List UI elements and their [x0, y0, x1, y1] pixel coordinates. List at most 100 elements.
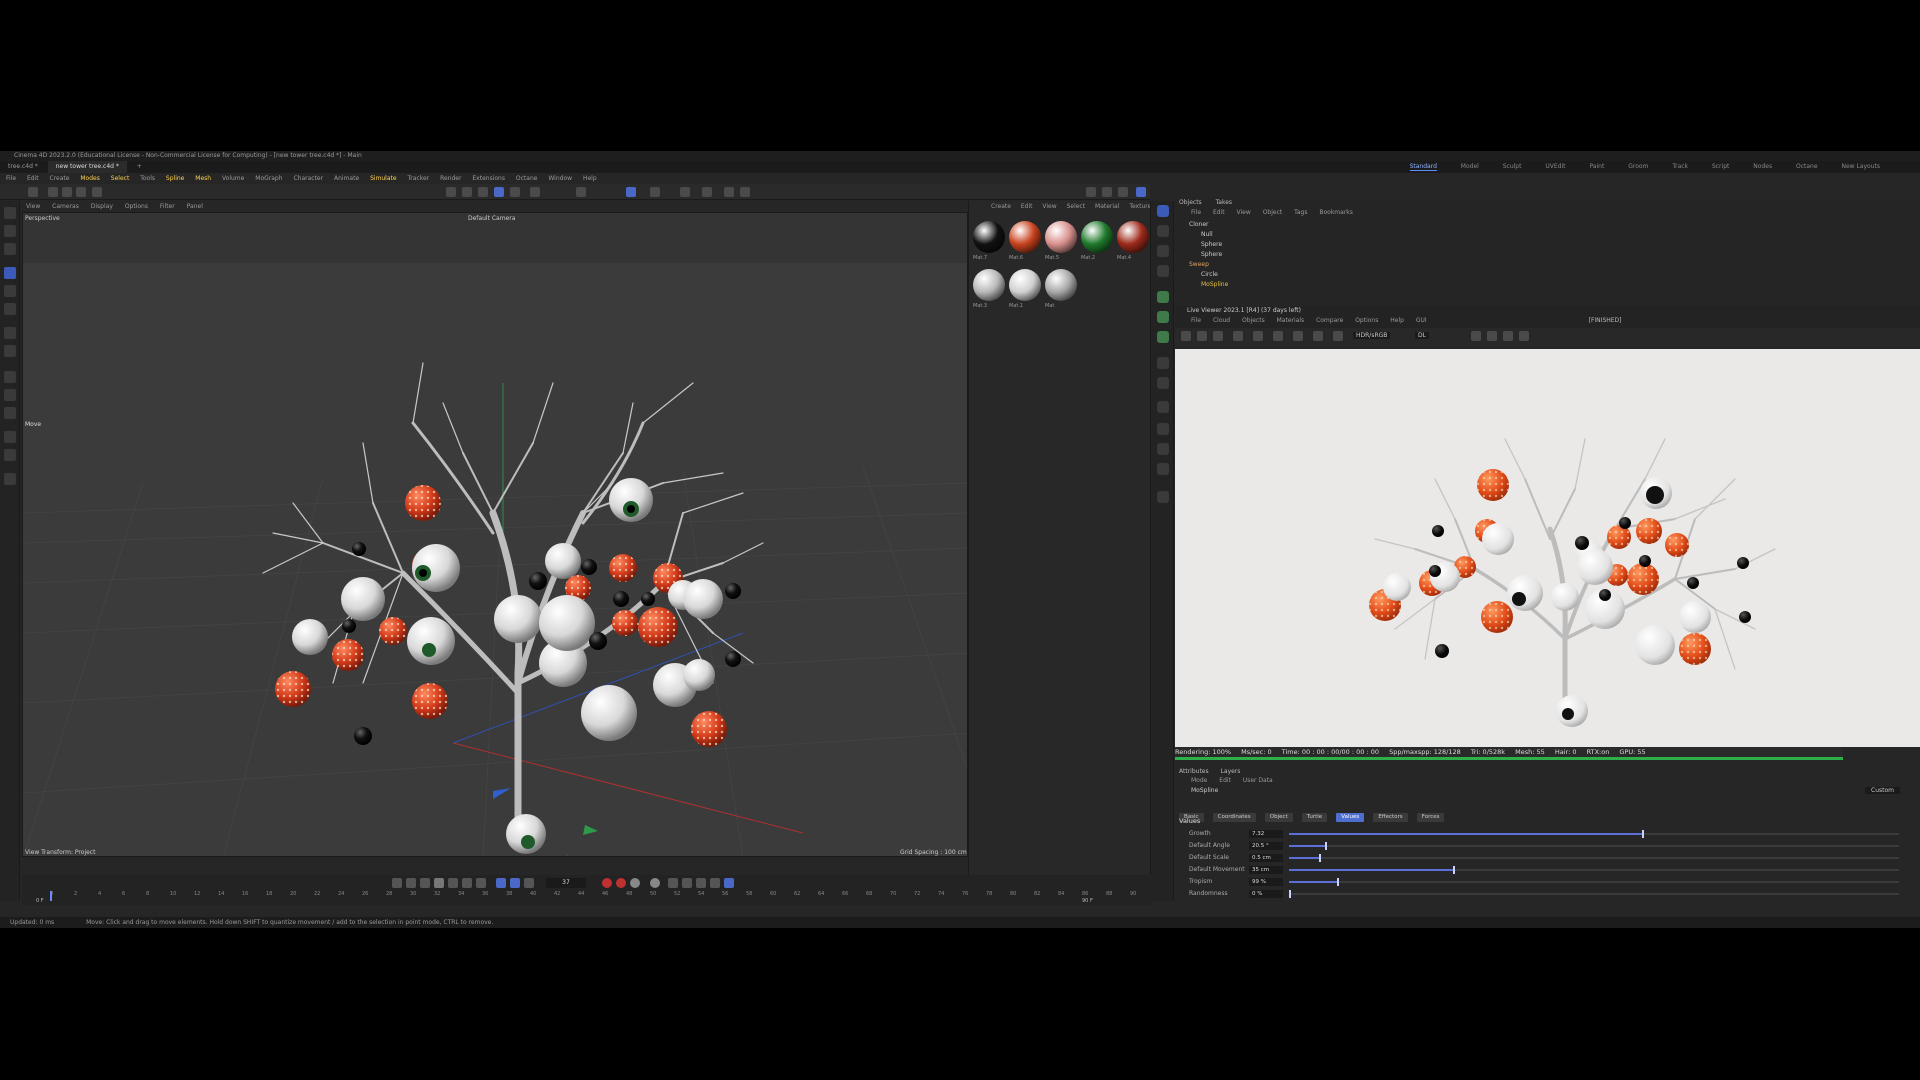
tab-new-tower-tree[interactable]: new tower tree.c4d *	[47, 161, 127, 173]
menu-tools[interactable]: Tools	[140, 175, 155, 182]
object-row[interactable]: Cloner	[1189, 220, 1209, 230]
lv-menu-file[interactable]: File	[1191, 317, 1201, 324]
param-slider[interactable]	[1289, 866, 1899, 874]
key-scale-icon[interactable]	[696, 878, 706, 888]
param-slider[interactable]	[1289, 842, 1899, 850]
material-swatch[interactable]	[1045, 269, 1077, 301]
material-swatch[interactable]	[1009, 221, 1041, 253]
material-menu-texture[interactable]: Texture	[1129, 203, 1151, 210]
paint-icon[interactable]	[4, 473, 16, 485]
tab-attributes[interactable]: Attributes	[1179, 768, 1209, 775]
menu-spline[interactable]: Spline	[166, 175, 184, 182]
region-icon[interactable]	[1293, 331, 1303, 341]
timeline-end-field[interactable]: 90 F	[1082, 898, 1093, 904]
menu-modes[interactable]: Modes	[80, 175, 99, 182]
scale-tool-icon[interactable]	[4, 303, 16, 315]
timeline-playhead[interactable]	[50, 891, 52, 901]
tab-takes[interactable]: Takes	[1216, 199, 1232, 206]
render-region-icon[interactable]	[446, 187, 456, 197]
render-settings-icon[interactable]	[1118, 187, 1128, 197]
attr-button-effectors[interactable]: Effectors	[1373, 813, 1408, 822]
tab-objects[interactable]: Objects	[1179, 199, 1202, 206]
attr-menu-edit[interactable]: Edit	[1219, 777, 1231, 784]
pen-icon[interactable]	[702, 187, 712, 197]
fracture-icon[interactable]	[1157, 311, 1169, 323]
param-slider[interactable]	[1289, 890, 1899, 898]
material-menu-view[interactable]: View	[1042, 203, 1056, 210]
perspective-viewport[interactable]: Perspective Default Camera Move View Tra…	[22, 212, 968, 857]
param-value-field[interactable]: 35 cm	[1249, 866, 1283, 874]
param-slider[interactable]	[1289, 878, 1899, 886]
spline-pen-icon[interactable]	[4, 449, 16, 461]
menu-select[interactable]: Select	[111, 175, 130, 182]
object-menu-bookmarks[interactable]: Bookmarks	[1319, 209, 1353, 216]
search-icon[interactable]	[4, 207, 16, 219]
attr-button-object[interactable]: Object	[1264, 813, 1293, 822]
layout-nodes[interactable]: Nodes	[1753, 163, 1772, 170]
next-key-icon[interactable]	[462, 878, 472, 888]
object-menu-view[interactable]: View	[1237, 209, 1251, 216]
layout-groom[interactable]: Groom	[1628, 163, 1648, 170]
brush-icon[interactable]	[4, 431, 16, 443]
workplane-icon[interactable]	[510, 187, 520, 197]
effector-icon[interactable]	[1157, 331, 1169, 343]
object-menu-object[interactable]: Object	[1263, 209, 1283, 216]
viewport-menu-cameras[interactable]: Cameras	[52, 203, 79, 210]
camera-icon[interactable]	[1157, 443, 1169, 455]
menu-render[interactable]: Render	[440, 175, 461, 182]
object-row[interactable]: Sphere	[1201, 250, 1222, 260]
layout-model[interactable]: Model	[1461, 163, 1479, 170]
menu-simulate[interactable]: Simulate	[370, 175, 397, 182]
object-row[interactable]: Null	[1201, 230, 1213, 240]
object-row[interactable]: MoSpline	[1201, 280, 1228, 290]
timeline-start-field[interactable]: 0 F	[36, 898, 44, 904]
rotate-tool-icon[interactable]	[4, 285, 16, 297]
move-tool-icon[interactable]	[4, 267, 16, 279]
material-menu-select[interactable]: Select	[1067, 203, 1086, 210]
points-mode-icon[interactable]	[4, 389, 16, 401]
param-value-field[interactable]: 0 %	[1249, 890, 1283, 898]
goto-start-icon[interactable]	[392, 878, 402, 888]
menu-window[interactable]: Window	[548, 175, 572, 182]
viewport-menu-panel[interactable]: Panel	[187, 203, 203, 210]
material-menu-edit[interactable]: Edit	[1021, 203, 1033, 210]
environment-icon[interactable]	[1157, 463, 1169, 475]
cube-icon[interactable]	[1157, 225, 1169, 237]
play-icon[interactable]	[434, 878, 444, 888]
attr-button-values[interactable]: Values	[1336, 813, 1365, 822]
object-menu-file[interactable]: File	[1191, 209, 1201, 216]
menu-edit[interactable]: Edit	[27, 175, 39, 182]
menu-tracker[interactable]: Tracker	[408, 175, 430, 182]
viewport-menu-filter[interactable]: Filter	[160, 203, 175, 210]
text-icon[interactable]	[1157, 265, 1169, 277]
motion-clip-icon[interactable]	[650, 878, 660, 888]
live-viewer-channel-select[interactable]: DL	[1415, 332, 1429, 339]
material-swatch[interactable]	[1081, 221, 1113, 253]
spline-icon[interactable]	[1157, 357, 1169, 369]
current-frame-field[interactable]: 37	[546, 878, 586, 888]
settings-icon[interactable]	[1519, 331, 1529, 341]
new-tab-button[interactable]: +	[129, 161, 150, 173]
layout-track[interactable]: Track	[1672, 163, 1688, 170]
pen-icon[interactable]	[1157, 491, 1169, 503]
sound-icon[interactable]	[524, 878, 534, 888]
goto-end-icon[interactable]	[476, 878, 486, 888]
coordinate-system-icon[interactable]	[92, 187, 102, 197]
tab-layers[interactable]: Layers	[1221, 768, 1241, 775]
render-view[interactable]	[1175, 349, 1920, 747]
layout-script[interactable]: Script	[1712, 163, 1729, 170]
layout-octane[interactable]: Octane	[1796, 163, 1818, 170]
material-menu-create[interactable]: Create	[991, 203, 1011, 210]
object-menu-tags[interactable]: Tags	[1294, 209, 1307, 216]
grid-icon[interactable]	[576, 187, 586, 197]
viewport-menu-display[interactable]: Display	[91, 203, 113, 210]
layout-uvedit[interactable]: UVEdit	[1545, 163, 1565, 170]
key-rotation-icon[interactable]	[682, 878, 692, 888]
select-icon[interactable]	[4, 243, 16, 255]
param-value-field[interactable]: 7.32	[1249, 830, 1283, 838]
lv-menu-cloud[interactable]: Cloud	[1213, 317, 1230, 324]
cube-icon[interactable]	[680, 187, 690, 197]
material-swatch[interactable]	[973, 269, 1005, 301]
lv-menu-objects[interactable]: Objects	[1242, 317, 1265, 324]
axis-x-icon[interactable]	[48, 187, 58, 197]
